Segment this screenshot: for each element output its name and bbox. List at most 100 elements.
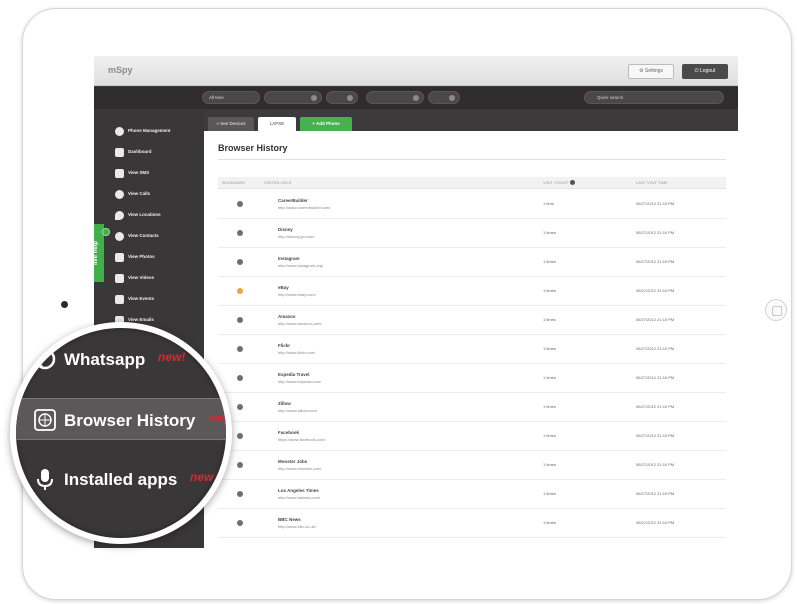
table-row[interactable]: Amazon http://www.amazon.com/1 times 06/27… — [218, 306, 726, 335]
new-badge: new! — [158, 350, 186, 364]
table-row[interactable]: Disney http://disney.go.com/1 times 06/27/… — [218, 219, 726, 248]
sidebar-item-photos[interactable]: View Photos — [94, 249, 204, 267]
sidebar-item-phone-management[interactable]: Phone Management — [94, 123, 204, 141]
bookmark-icon[interactable] — [237, 404, 243, 410]
site-name: Instagram — [278, 256, 300, 261]
bookmark-icon[interactable] — [237, 346, 243, 352]
bookmark-icon[interactable] — [237, 259, 243, 265]
tab-current-device[interactable]: LAPSE — [258, 117, 296, 131]
sidebar-item-label: Phone Management — [128, 128, 171, 133]
visit-count: 1 times — [543, 288, 556, 293]
last-visit-time: 06/27/2012 21:10 PM — [636, 404, 675, 409]
table-row[interactable]: Zillow http://www.zillow.com/1 times 06/27… — [218, 393, 726, 422]
bookmark-icon[interactable] — [237, 288, 243, 294]
sidebar-item-contacts[interactable]: View Contacts — [94, 228, 204, 246]
last-visit-time: 06/27/2012 21:10 PM — [636, 201, 675, 206]
visit-count: 1 times — [543, 259, 556, 264]
bookmark-icon[interactable] — [237, 230, 243, 236]
column-header-visit-count[interactable]: VISIT COUNT — [543, 180, 576, 186]
column-header-last-visit[interactable]: LAST VISIT TIME — [636, 180, 668, 185]
table-row[interactable]: Monster Jobs http://www.monster.com/1 tim… — [218, 451, 726, 480]
table-row[interactable]: Facebook https://www.facebook.com/1 times… — [218, 422, 726, 451]
last-visit-time: 06/27/2012 21:10 PM — [636, 230, 675, 235]
search-placeholder: Quick search — [597, 95, 624, 100]
divider — [218, 159, 726, 160]
site-url[interactable]: http://disney.go.com/ — [278, 234, 315, 239]
app-logo: mSpy — [108, 65, 133, 75]
bookmark-icon[interactable] — [237, 491, 243, 497]
sidebar-item-label: View SMS — [128, 170, 150, 175]
site-name: Los Angeles Times — [278, 488, 319, 493]
site-url[interactable]: http://www.ebay.com/ — [278, 292, 316, 297]
logout-button[interactable]: ⏻ Logout — [682, 64, 728, 79]
table-row[interactable]: CareerBuilder http://www.careerbuilder.co… — [218, 190, 726, 219]
sidebar-item-label: Whatsapp — [64, 350, 146, 369]
bookmark-icon[interactable] — [237, 520, 243, 526]
sidebar-item-sms[interactable]: View SMS — [94, 165, 204, 183]
add-phone-button[interactable]: + Add Phone — [300, 117, 352, 131]
calendar-icon — [115, 295, 124, 304]
date-to-field[interactable] — [366, 91, 424, 104]
table-row[interactable]: BBC News http://www.bbc.co.uk/1 times 06/2… — [218, 509, 726, 538]
sidebar-item-label: View Calls — [128, 191, 151, 196]
bookmark-icon[interactable] — [237, 375, 243, 381]
site-url[interactable]: http://www.latimes.com/ — [278, 495, 320, 500]
site-url[interactable]: http://www.instagram.org/ — [278, 263, 323, 268]
column-header-visited-url[interactable]: VISITED URLS — [264, 180, 291, 185]
table-row[interactable]: Expedia Travel http://www.expedia.com/1 t… — [218, 364, 726, 393]
top-bar: mSpy ⚙ Settings ⏻ Logout — [94, 56, 738, 86]
settings-button[interactable]: ⚙ Settings — [628, 64, 674, 79]
column-header-label: VISIT COUNT — [543, 180, 569, 185]
date-from-field[interactable] — [264, 91, 322, 104]
table-row[interactable]: Instagram http://www.instagram.org/1 time… — [218, 248, 726, 277]
sidebar-item-label: View Locations — [128, 212, 161, 217]
site-url[interactable]: http://www.monster.com/ — [278, 466, 322, 471]
search-input[interactable]: Quick search — [584, 91, 724, 104]
table-row[interactable]: Los Angeles Times http://www.latimes.com/… — [218, 480, 726, 509]
sidebar-item-dashboard[interactable]: Dashboard — [94, 144, 204, 162]
sidebar-item-calls[interactable]: View Calls — [94, 186, 204, 204]
info-icon[interactable] — [570, 180, 576, 186]
site-url[interactable]: http://www.expedia.com/ — [278, 379, 321, 384]
sidebar-item-label: Browser History — [64, 411, 196, 430]
bookmark-icon[interactable] — [237, 317, 243, 323]
tab-see-devices[interactable]: « See Devices — [208, 117, 254, 131]
time-from-field[interactable] — [326, 91, 358, 104]
site-url[interactable]: http://www.amazon.com/ — [278, 321, 322, 326]
sidebar-item-whatsapp[interactable]: Whatsapp new! — [16, 338, 226, 380]
visit-count: 1 times — [543, 375, 556, 380]
sidebar-item-label: View Emails — [128, 317, 154, 322]
sidebar-item-events[interactable]: View Events — [94, 291, 204, 309]
time-to-field[interactable] — [428, 91, 460, 104]
calendar-icon — [311, 95, 317, 101]
bookmark-icon[interactable] — [237, 201, 243, 207]
contacts-icon — [115, 232, 124, 241]
site-name: Amazon — [278, 314, 296, 319]
site-url[interactable]: http://www.zillow.com/ — [278, 408, 317, 413]
site-url[interactable]: http://www.careerbuilder.com/ — [278, 205, 330, 210]
site-url[interactable]: http://www.flickr.com/ — [278, 350, 315, 355]
sidebar-item-browser-history[interactable]: Browser History new — [16, 398, 226, 440]
bookmark-icon[interactable] — [237, 462, 243, 468]
table-row[interactable]: Flickr http://www.flickr.com/1 times 06/27… — [218, 335, 726, 364]
site-url[interactable]: https://www.facebook.com/ — [278, 437, 326, 442]
visit-count: 1 times — [543, 462, 556, 467]
column-header-bookmark[interactable]: BOOKMARK — [222, 180, 245, 185]
visit-count: 1 times — [543, 404, 556, 409]
sidebar-item-locations[interactable]: View Locations — [94, 207, 204, 225]
last-visit-time: 06/27/2012 21:10 PM — [636, 375, 675, 380]
table-row[interactable]: eBay http://www.ebay.com/1 times 06/27/201… — [218, 277, 726, 306]
clock-icon — [449, 95, 455, 101]
home-button[interactable] — [765, 299, 787, 321]
sidebar-item-videos[interactable]: View Videos — [94, 270, 204, 288]
sidebar-item-installed-apps[interactable]: Installed apps new — [16, 458, 226, 500]
calendar-icon — [413, 95, 419, 101]
bookmark-icon[interactable] — [237, 433, 243, 439]
period-select[interactable]: All time — [202, 91, 260, 104]
last-visit-time: 06/27/2012 21:10 PM — [636, 520, 675, 525]
site-url[interactable]: http://www.bbc.co.uk/ — [278, 524, 316, 529]
visit-count: 1 times — [543, 346, 556, 351]
site-name: BBC News — [278, 517, 301, 522]
new-badge: new — [190, 470, 214, 484]
sidebar-item-label: View Photos — [128, 254, 155, 259]
